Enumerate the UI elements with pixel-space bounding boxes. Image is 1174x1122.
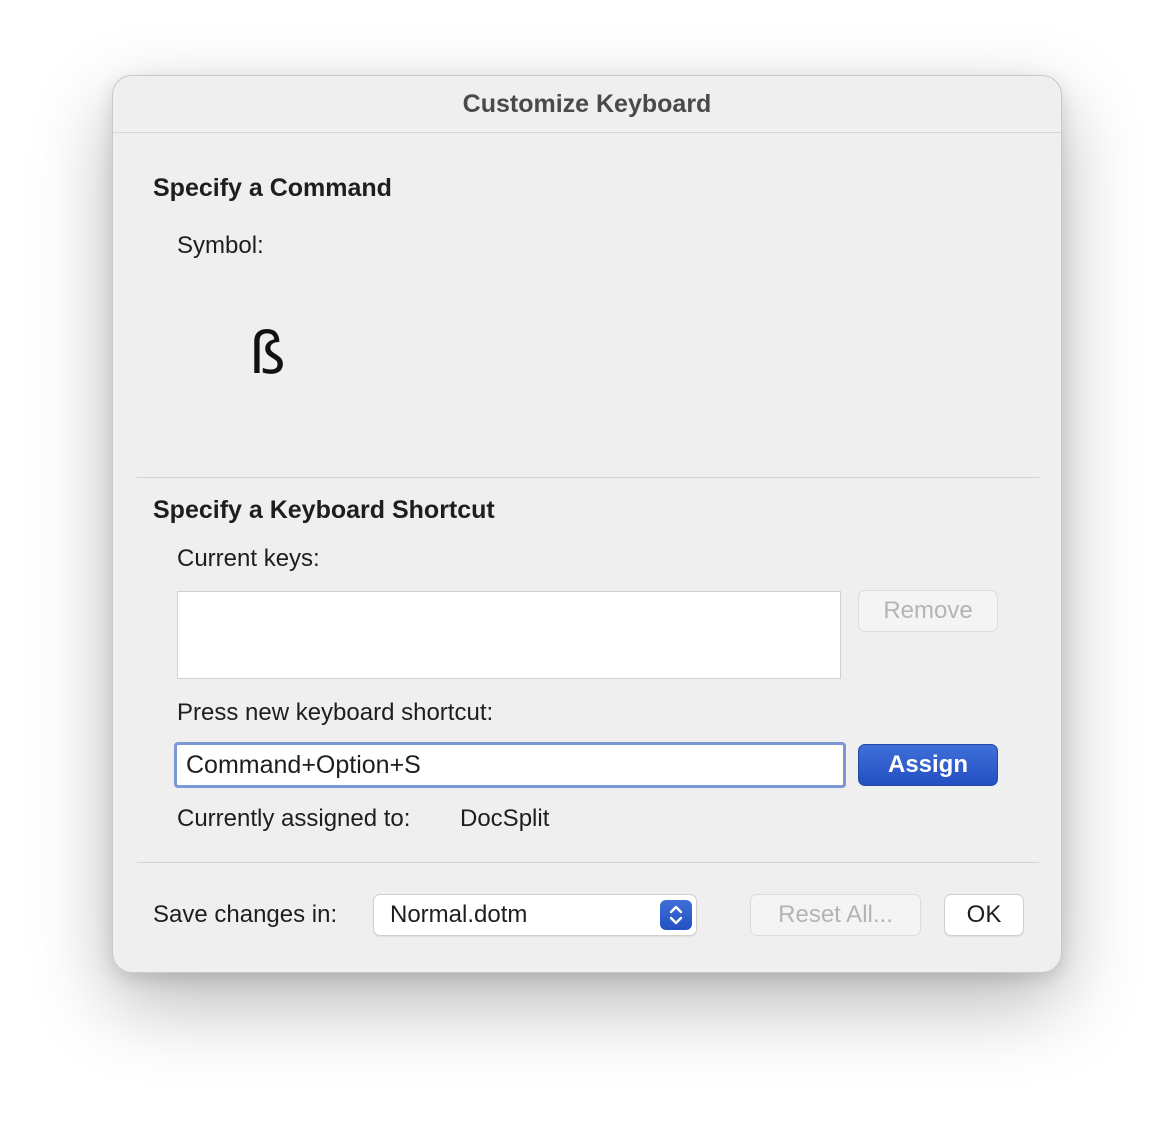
currently-assigned-label: Currently assigned to: bbox=[177, 805, 411, 832]
assign-button[interactable]: Assign bbox=[858, 744, 998, 786]
remove-button[interactable]: Remove bbox=[858, 590, 998, 632]
command-section-heading: Specify a Command bbox=[153, 174, 392, 202]
symbol-preview: ß bbox=[249, 319, 286, 387]
dialog-title: Customize Keyboard bbox=[113, 76, 1061, 133]
press-new-shortcut-label: Press new keyboard shortcut: bbox=[177, 699, 494, 726]
customize-keyboard-dialog: Customize Keyboard Specify a Command Sym… bbox=[112, 75, 1062, 973]
current-keys-list[interactable] bbox=[177, 591, 841, 679]
currently-assigned-value: DocSplit bbox=[460, 805, 550, 832]
footer-divider bbox=[137, 862, 1039, 863]
new-shortcut-input[interactable] bbox=[174, 742, 846, 788]
save-changes-value: Normal.dotm bbox=[390, 901, 528, 928]
ok-button[interactable]: OK bbox=[944, 894, 1024, 936]
save-changes-select[interactable]: Normal.dotm bbox=[373, 894, 697, 936]
symbol-label: Symbol: bbox=[177, 232, 264, 259]
up-down-chevron-icon bbox=[660, 900, 692, 930]
save-changes-label: Save changes in: bbox=[153, 901, 338, 928]
shortcut-section-heading: Specify a Keyboard Shortcut bbox=[153, 496, 495, 524]
reset-all-button[interactable]: Reset All... bbox=[750, 894, 921, 936]
current-keys-label: Current keys: bbox=[177, 545, 320, 572]
section-divider bbox=[137, 477, 1039, 478]
